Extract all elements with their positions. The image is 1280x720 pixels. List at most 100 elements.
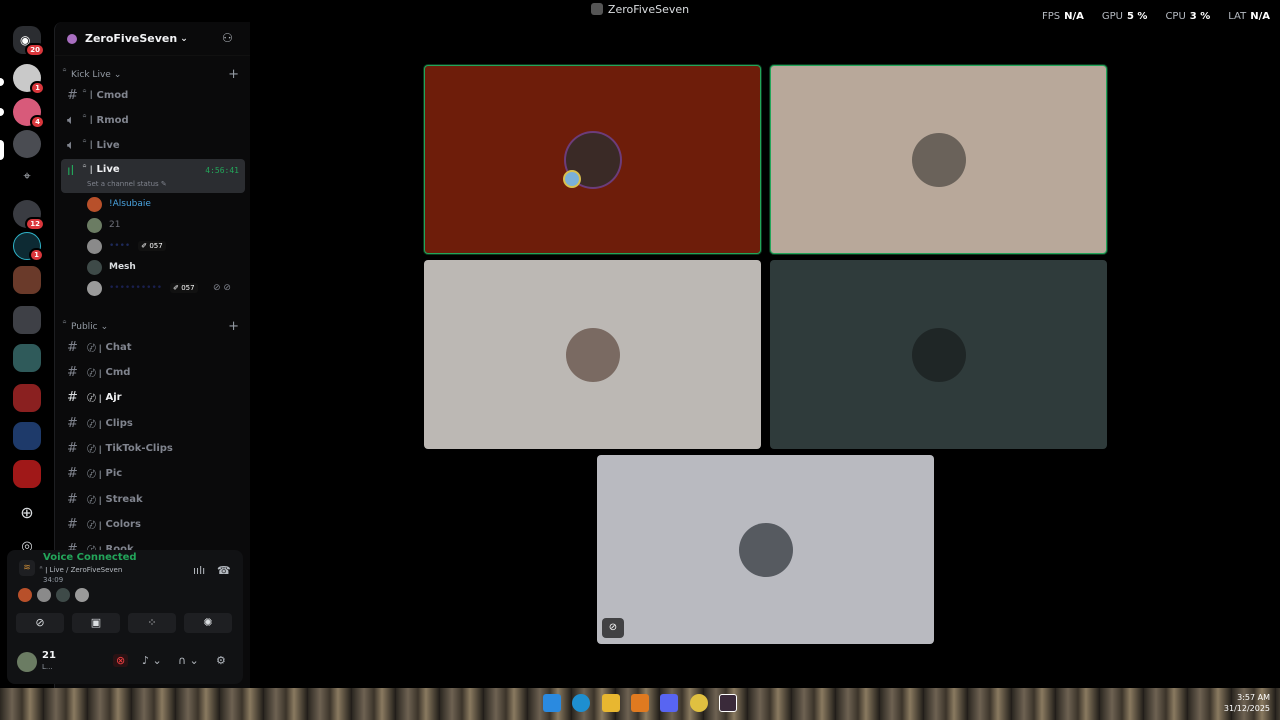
server-folder-6[interactable] <box>13 422 41 450</box>
participant-tile[interactable] <box>770 65 1107 254</box>
voice-channel-link[interactable]: ꩰ ǀ Live / ZeroFiveSeven <box>43 566 122 576</box>
connection-signal-icon[interactable]: ≋ <box>19 560 35 576</box>
user-panel: ≋ Voice Connected ꩰ ǀ Live / ZeroFiveSev… <box>7 550 243 684</box>
avatar[interactable] <box>17 652 37 672</box>
voice-user-name: !Alsubaie <box>109 199 151 209</box>
channel-clips[interactable]: # 〄 ǀ Clips <box>61 412 245 434</box>
taskbar-clock[interactable]: 3:57 AM 31/12/2025 <box>1224 692 1270 714</box>
participant-avatar[interactable] <box>18 588 32 602</box>
server-folder-3[interactable] <box>13 306 41 334</box>
server-icon-2[interactable]: 12 <box>13 200 45 231</box>
server-folder-5[interactable] <box>13 384 41 412</box>
voice-user[interactable]: !Alsubaie <box>87 195 151 213</box>
headphones-icon[interactable]: ∩ ⌄ <box>178 654 199 667</box>
channel-live-connected[interactable]: ıl ꩰ ǀ Live 4:56:41 Set a channel status ✎ <box>61 159 245 193</box>
home-button[interactable]: ◉ 20 <box>13 26 45 57</box>
camera-off-button[interactable]: ⊘ <box>16 613 64 633</box>
channel-timer: 4:56:41 <box>205 166 239 175</box>
participant-tile[interactable] <box>424 260 761 449</box>
participant-avatar[interactable] <box>37 588 51 602</box>
file-explorer-icon[interactable] <box>602 694 620 712</box>
category-kick-live[interactable]: ꩰKick Live⌄ + <box>67 67 239 82</box>
category-label: Public <box>71 321 98 332</box>
channel-streak[interactable]: # 〄 ǀ Streak <box>61 488 245 510</box>
home-badge: 20 <box>25 43 45 57</box>
settings-gear-icon[interactable]: ⚙ <box>216 654 226 667</box>
participant-avatar[interactable] <box>56 588 70 602</box>
server-folder-2[interactable] <box>13 266 41 294</box>
channel-name: Cmod <box>96 89 129 101</box>
channel-tiktok-clips[interactable]: # 〄 ǀ TikTok-Clips <box>61 437 245 459</box>
channel-ajr[interactable]: # 〄 ǀ Ajr <box>61 386 245 408</box>
user-status: L... <box>42 663 53 671</box>
participant-tile[interactable]: ⊘ <box>597 455 934 644</box>
server-icon-current[interactable] <box>13 130 41 158</box>
noise-suppression-icon[interactable]: ıılı <box>193 564 205 577</box>
channel-pic[interactable]: # 〄 ǀ Pic <box>61 462 245 484</box>
soundboard-button[interactable]: ✺ <box>184 613 232 633</box>
apps-icon[interactable]: ⌖ <box>13 166 41 194</box>
server-folder-7[interactable] <box>13 460 41 488</box>
server-folder[interactable]: 4 <box>13 98 45 129</box>
channel-prefix: 〄 ǀ <box>87 520 102 531</box>
voice-connected-label[interactable]: Voice Connected <box>43 552 137 563</box>
gpu-label: GPU <box>1101 11 1123 22</box>
channel-live-voice[interactable]: 🔈︎ ꩰ ǀ Live <box>61 134 245 156</box>
avatar <box>911 327 966 382</box>
pencil-icon: ✎ <box>160 180 167 188</box>
server-folder-4[interactable] <box>13 344 41 372</box>
channel-rmod[interactable]: 🔈︎ ꩰ ǀ Rmod <box>61 109 245 131</box>
popout-icon[interactable]: ⊘ <box>602 618 624 638</box>
controller-muted-icon[interactable]: ⊗ <box>113 654 129 667</box>
category-label: Kick Live <box>71 69 111 80</box>
voice-user[interactable]: 21 <box>87 216 120 234</box>
category-public[interactable]: ꩰPublic⌄ + <box>67 319 239 334</box>
edge-browser-icon[interactable] <box>572 694 590 712</box>
create-channel-icon[interactable]: + <box>228 319 239 334</box>
chrome-icon[interactable] <box>690 694 708 712</box>
user-name[interactable]: 21 <box>42 650 56 661</box>
disconnect-icon[interactable]: ☎ <box>217 564 231 577</box>
server-icon-3[interactable]: 1 <box>13 232 44 262</box>
folder-badge: 4 <box>30 115 45 129</box>
microphone-icon[interactable]: ♪ ⌄ <box>142 654 162 667</box>
obs-icon[interactable] <box>719 694 737 712</box>
screen-share-button[interactable]: ▣ <box>72 613 120 633</box>
lat-value: N/A <box>1250 11 1270 22</box>
discord-taskbar-icon[interactable] <box>660 694 678 712</box>
fps-label: FPS <box>1041 11 1061 22</box>
lat-label: LAT <box>1228 11 1247 22</box>
cpu-readout: CPU 3 % <box>1165 11 1210 22</box>
muted-deafened-icons: ⊘ ⊘ <box>213 283 231 293</box>
channel-name: Streak <box>105 493 143 505</box>
voice-user[interactable]: •••••••••• ✐ 057 ⊘ ⊘ <box>87 279 231 297</box>
participant-tile[interactable] <box>424 65 761 254</box>
server-header[interactable]: ZeroFiveSeven ⌄ <box>55 22 250 56</box>
add-server-icon[interactable]: ⊕ <box>13 500 41 528</box>
activities-button[interactable]: ⁘ <box>128 613 176 633</box>
selected-pill <box>0 140 4 160</box>
channel-chat[interactable]: # 〄 ǀ Chat <box>61 336 245 358</box>
channel-cmod[interactable]: # ꩰ ǀ Cmod <box>61 84 245 106</box>
voice-user[interactable]: Mesh <box>87 258 136 276</box>
discord-window: ZeroFiveSeven FPS N/A GPU 5 % CPU 3 % LAT N/… <box>0 0 1280 688</box>
voice-user[interactable]: •••• ✐ 057 <box>87 237 166 255</box>
participant-avatar[interactable] <box>75 588 89 602</box>
avatar <box>565 327 620 382</box>
participant-tile[interactable] <box>770 260 1107 449</box>
app-icon[interactable] <box>631 694 649 712</box>
channel-status-prompt[interactable]: Set a channel status ✎ <box>87 180 167 188</box>
channel-name: Ajr <box>105 391 122 403</box>
server-name: ZeroFiveSeven <box>85 32 178 45</box>
voice-user-name: 21 <box>109 220 121 230</box>
cpu-label: CPU <box>1165 11 1186 22</box>
invite-people-icon[interactable]: ⚇ <box>222 31 236 45</box>
channel-name: Colors <box>105 518 141 530</box>
channel-colors[interactable]: # 〄 ǀ Colors <box>61 513 245 535</box>
avatar <box>911 132 966 187</box>
server-icon-1[interactable]: 1 <box>13 64 45 95</box>
windows-start-icon[interactable] <box>543 694 561 712</box>
create-channel-icon[interactable]: + <box>228 67 239 82</box>
channel-cmd[interactable]: # 〄 ǀ Cmd <box>61 361 245 383</box>
avatar <box>87 196 102 212</box>
